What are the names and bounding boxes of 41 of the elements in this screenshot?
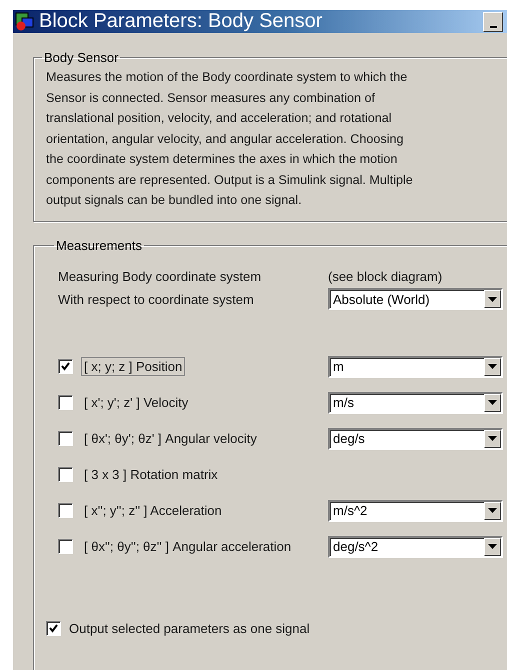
checkbox-label[interactable]: [ x''; y''; z'' ] Acceleration: [81, 501, 225, 520]
dropdown[interactable]: m: [328, 356, 503, 378]
checkbox-label[interactable]: [ 3 x 3 ] Rotation matrix: [81, 465, 221, 484]
caret-down-icon: [488, 508, 497, 513]
caret-down-icon: [488, 436, 497, 441]
field-label: With respect to coordinate system: [58, 292, 255, 306]
checkbox[interactable]: [58, 503, 73, 518]
checkbox[interactable]: [58, 395, 73, 410]
dropdown[interactable]: m/s^2: [328, 500, 503, 522]
dropdown-arrow-button[interactable]: [484, 502, 501, 520]
dropdown-arrow-button[interactable]: [484, 290, 501, 308]
description-text: Measures the motion of the Body coordinate system to which the Sensor is connected. Sensor measures any combination of translational position, velocity, and acceleration; and rotational orientation, angular velocity, and angular acceleration. Choosing the coordinate system determines the axes in which the motion components are represented. Output is a Simulink signal. Multiple output signals can be bundled into one signal.: [46, 69, 414, 209]
checkbox-label[interactable]: [ θx'; θy'; θz' ] Angular velocity: [81, 429, 260, 448]
dropdown[interactable]: m/s: [328, 392, 503, 414]
caret-down-icon: [488, 364, 497, 369]
caret-down-icon: [488, 400, 497, 405]
dropdown-arrow-button[interactable]: [484, 538, 501, 556]
checkbox-label[interactable]: Output selected parameters as one signal: [69, 620, 310, 636]
minimize-button[interactable]: [483, 12, 503, 32]
dropdown-arrow-button[interactable]: [484, 394, 501, 412]
caret-down-icon: [488, 296, 497, 302]
checkbox[interactable]: [46, 620, 61, 636]
dropdown[interactable]: Absolute (World): [328, 288, 503, 310]
dropdown-arrow-button[interactable]: [484, 358, 501, 376]
dropdown-arrow-button[interactable]: [484, 430, 501, 448]
group-title: Body Sensor: [43, 50, 120, 65]
block-diagram-icon: [15, 12, 35, 32]
checkbox-label[interactable]: [ x'; y'; z' ] Velocity: [81, 393, 192, 412]
caret-down-icon: [488, 544, 497, 549]
dropdown[interactable]: deg/s^2: [328, 536, 503, 558]
field-value: (see block diagram): [328, 268, 444, 284]
checkbox-label[interactable]: [ x; y; z ] Position: [81, 357, 186, 376]
checkbox[interactable]: [58, 431, 73, 446]
window-title: Block Parameters: Body Sensor: [39, 10, 324, 33]
checkbox-label[interactable]: [ θx''; θy''; θz'' ] Angular acceleration: [81, 537, 294, 556]
group-title: Measurements: [55, 238, 143, 252]
checkbox[interactable]: [58, 359, 73, 374]
checkbox[interactable]: [58, 539, 73, 554]
dropdown[interactable]: deg/s: [328, 428, 503, 450]
checkbox[interactable]: [58, 467, 73, 482]
field-label: Measuring Body coordinate system: [58, 268, 262, 284]
